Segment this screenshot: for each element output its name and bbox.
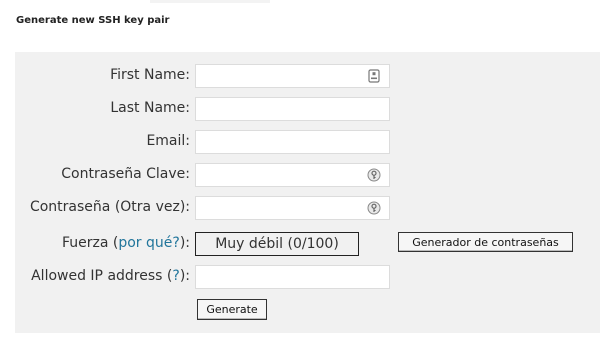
last-name-row: Last Name: — [0, 97, 600, 121]
generate-button[interactable]: Generate — [197, 299, 267, 320]
password-generator-button[interactable]: Generador de contraseñas — [398, 232, 573, 252]
generate-row: Generate — [0, 299, 600, 323]
allowed-ip-input[interactable] — [195, 265, 390, 289]
email-label: Email: — [146, 133, 190, 149]
password-repeat-input[interactable] — [195, 196, 390, 220]
email-input[interactable] — [195, 130, 390, 154]
strength-label-prefix: Fuerza ( — [61, 235, 119, 251]
password-input[interactable] — [195, 163, 390, 187]
section-title: Generate new SSH key pair — [16, 15, 170, 26]
last-name-label: Last Name: — [110, 100, 190, 116]
allowed-ip-row: Allowed IP address (?): — [0, 265, 600, 289]
ssh-form-panel — [15, 52, 600, 333]
email-row: Email: — [0, 130, 600, 154]
allowed-ip-label: Allowed IP address (?): — [31, 268, 190, 284]
allowed-ip-help-link[interactable]: ? — [172, 268, 179, 284]
top-strip — [150, 0, 270, 3]
strength-row: Fuerza (por qué?): Muy débil (0/100) Gen… — [0, 232, 600, 256]
password-repeat-row: Contraseña (Otra vez): — [0, 196, 600, 220]
first-name-input[interactable] — [195, 64, 390, 88]
last-name-input[interactable] — [195, 97, 390, 121]
key-icon[interactable] — [367, 168, 381, 182]
strength-why-link[interactable]: por qué? — [118, 235, 179, 251]
strength-label-suffix: ): — [179, 235, 190, 251]
allowed-ip-label-prefix: Allowed IP address ( — [31, 268, 173, 284]
password-label: Contraseña Clave: — [61, 166, 190, 182]
first-name-row: First Name: — [0, 64, 600, 88]
contact-card-icon[interactable] — [367, 69, 381, 83]
key-icon[interactable] — [367, 201, 381, 215]
strength-indicator: Muy débil (0/100) — [195, 232, 359, 256]
allowed-ip-label-suffix: ): — [179, 268, 190, 284]
password-row: Contraseña Clave: — [0, 163, 600, 187]
first-name-label: First Name: — [110, 67, 190, 83]
strength-label: Fuerza (por qué?): — [62, 235, 190, 251]
password-repeat-label: Contraseña (Otra vez): — [29, 199, 190, 215]
